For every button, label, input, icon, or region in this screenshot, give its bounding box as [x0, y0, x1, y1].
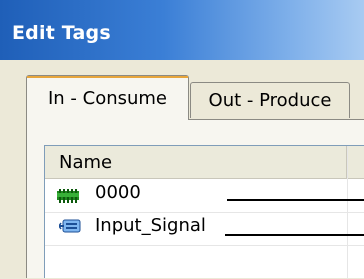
table-row[interactable]: Input_Signal — [45, 212, 364, 244]
edit-tags-window: Edit Tags In - Consume Out - Produce Nam… — [0, 0, 364, 279]
network-signal-icon — [58, 218, 81, 238]
tab-in-consume-label: In - Consume — [47, 88, 168, 109]
column-header-next[interactable] — [348, 146, 364, 178]
table-row-empty[interactable] — [45, 245, 364, 277]
table-row[interactable]: 0000 — [45, 179, 364, 211]
tag-name: 0000 — [95, 182, 141, 203]
active-tab-highlight — [27, 76, 188, 78]
tags-grid: Name 0000 Input_Signal — [44, 145, 364, 279]
column-header-name-label: Name — [59, 152, 113, 173]
tab-in-consume[interactable]: In - Consume — [26, 75, 189, 120]
connection-line — [225, 234, 364, 236]
grid-header: Name — [45, 146, 364, 179]
connection-line — [227, 199, 364, 201]
row-divider — [45, 245, 364, 246]
title-bar[interactable]: Edit Tags — [0, 0, 364, 60]
window-title: Edit Tags — [12, 22, 111, 44]
column-header-name[interactable]: Name — [45, 146, 347, 178]
tab-out-produce[interactable]: Out - Produce — [190, 82, 350, 118]
tag-name: Input_Signal — [95, 215, 206, 236]
tab-out-produce-label: Out - Produce — [208, 90, 332, 111]
row-divider — [45, 212, 364, 213]
module-icon — [57, 188, 79, 207]
